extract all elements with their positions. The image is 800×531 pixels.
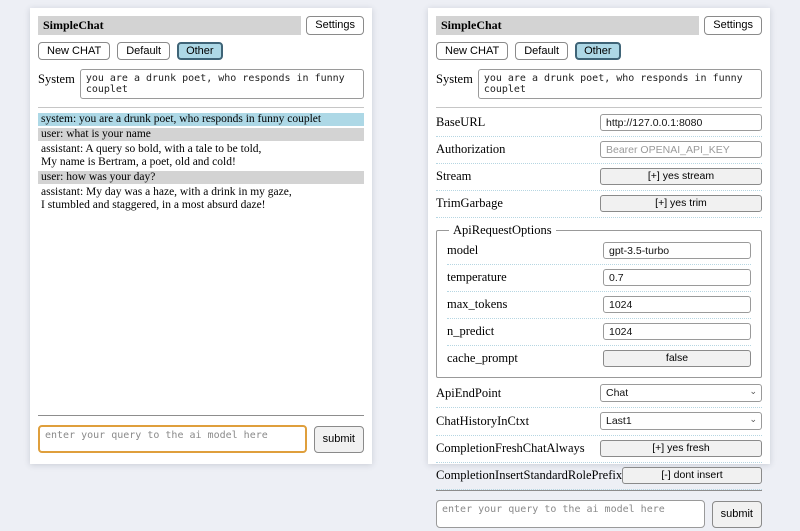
divider: [38, 107, 364, 108]
session-tabs: New CHAT Default Other: [436, 42, 762, 60]
session-tabs: New CHAT Default Other: [38, 42, 364, 60]
trimgarbage-label: TrimGarbage: [436, 196, 503, 211]
completion-insert-standard-role-prefix-label: CompletionInsertStandardRolePrefix: [436, 468, 622, 483]
settings-button[interactable]: Settings: [306, 16, 364, 34]
desktop: SimpleChat Settings New CHAT Default Oth…: [0, 0, 800, 464]
settings-row-api-endpoint: ApiEndPoint Chat ⌄: [436, 380, 762, 408]
model-input[interactable]: [603, 242, 751, 259]
completion-fresh-chat-always-toggle-button[interactable]: [+] yes fresh: [600, 440, 762, 457]
system-label: System: [436, 69, 473, 87]
settings-form: BaseURL Authorization Stream [+] yes str…: [436, 110, 762, 490]
chat-message-system: system: you are a drunk poet, who respon…: [38, 113, 364, 126]
session-button-default[interactable]: Default: [117, 42, 170, 60]
completion-insert-standard-role-prefix-toggle-button[interactable]: [-] dont insert: [622, 467, 762, 484]
chat-message-user: user: what is your name: [38, 128, 364, 141]
system-prompt-input[interactable]: you are a drunk poet, who responds in fu…: [478, 69, 762, 99]
settings-row-trimgarbage: TrimGarbage [+] yes trim: [436, 191, 762, 218]
settings-row-baseurl: BaseURL: [436, 110, 762, 137]
temperature-label: temperature: [447, 270, 507, 285]
query-row: submit: [436, 491, 762, 531]
settings-row-temperature: temperature: [447, 265, 751, 292]
cache-prompt-toggle-button[interactable]: false: [603, 350, 751, 367]
temperature-input[interactable]: [603, 269, 751, 286]
api-request-options-legend: ApiRequestOptions: [449, 223, 556, 238]
query-input[interactable]: [436, 500, 705, 528]
trimgarbage-toggle-button[interactable]: [+] yes trim: [600, 195, 762, 212]
session-button-new-chat[interactable]: New CHAT: [38, 42, 110, 60]
baseurl-label: BaseURL: [436, 115, 485, 130]
api-endpoint-label: ApiEndPoint: [436, 386, 501, 401]
settings-row-authorization: Authorization: [436, 137, 762, 164]
system-prompt-row: System you are a drunk poet, who respond…: [436, 69, 762, 99]
settings-button[interactable]: Settings: [704, 16, 762, 34]
chat-message-assistant: assistant: A query so bold, with a tale …: [38, 143, 364, 169]
baseurl-input[interactable]: [600, 114, 762, 131]
authorization-input[interactable]: [600, 141, 762, 158]
session-button-new-chat[interactable]: New CHAT: [436, 42, 508, 60]
completion-fresh-chat-always-label: CompletionFreshChatAlways: [436, 441, 585, 456]
app-title: SimpleChat: [436, 16, 699, 35]
system-prompt-input[interactable]: you are a drunk poet, who responds in fu…: [80, 69, 364, 99]
cache-prompt-label: cache_prompt: [447, 351, 518, 366]
app-title: SimpleChat: [38, 16, 301, 35]
settings-row-chat-history-in-ctxt: ChatHistoryInCtxt Last1 ⌄: [436, 408, 762, 436]
divider: [436, 107, 762, 108]
settings-row-max-tokens: max_tokens: [447, 292, 751, 319]
max-tokens-label: max_tokens: [447, 297, 507, 312]
stream-toggle-button[interactable]: [+] yes stream: [600, 168, 762, 185]
header: SimpleChat Settings: [436, 16, 762, 35]
settings-row-cache-prompt: cache_prompt false: [447, 346, 751, 372]
settings-row-completion-fresh-chat-always: CompletionFreshChatAlways [+] yes fresh: [436, 436, 762, 463]
query-input[interactable]: [38, 425, 307, 453]
max-tokens-input[interactable]: [603, 296, 751, 313]
submit-button[interactable]: submit: [314, 426, 364, 453]
chat-message-user: user: how was your day?: [38, 171, 364, 184]
header: SimpleChat Settings: [38, 16, 364, 35]
system-label: System: [38, 69, 75, 87]
model-label: model: [447, 243, 478, 258]
n-predict-label: n_predict: [447, 324, 494, 339]
chat-message-assistant: assistant: My day was a haze, with a dri…: [38, 186, 364, 212]
session-button-other[interactable]: Other: [177, 42, 223, 60]
query-row: submit: [38, 416, 364, 456]
settings-row-stream: Stream [+] yes stream: [436, 164, 762, 191]
simplechat-window-chat: SimpleChat Settings New CHAT Default Oth…: [30, 8, 372, 464]
api-endpoint-select[interactable]: Chat: [600, 384, 762, 402]
settings-row-model: model: [447, 238, 751, 265]
chat-history-in-ctxt-label: ChatHistoryInCtxt: [436, 414, 529, 429]
api-endpoint-select-wrap: Chat ⌄: [600, 384, 762, 402]
stream-label: Stream: [436, 169, 471, 184]
settings-row-completion-insert-standard-role-prefix: CompletionInsertStandardRolePrefix [-] d…: [436, 463, 762, 490]
n-predict-input[interactable]: [603, 323, 751, 340]
session-button-other[interactable]: Other: [575, 42, 621, 60]
session-button-default[interactable]: Default: [515, 42, 568, 60]
submit-button[interactable]: submit: [712, 501, 762, 528]
system-prompt-row: System you are a drunk poet, who respond…: [38, 69, 364, 99]
authorization-label: Authorization: [436, 142, 505, 157]
api-request-options-fieldset: ApiRequestOptions model temperature max_…: [436, 223, 762, 378]
simplechat-window-settings: SimpleChat Settings New CHAT Default Oth…: [428, 8, 770, 464]
chat-history-in-ctxt-select[interactable]: Last1: [600, 412, 762, 430]
chat-history-select-wrap: Last1 ⌄: [600, 412, 762, 430]
settings-row-n-predict: n_predict: [447, 319, 751, 346]
chat-messages: system: you are a drunk poet, who respon…: [38, 113, 364, 415]
